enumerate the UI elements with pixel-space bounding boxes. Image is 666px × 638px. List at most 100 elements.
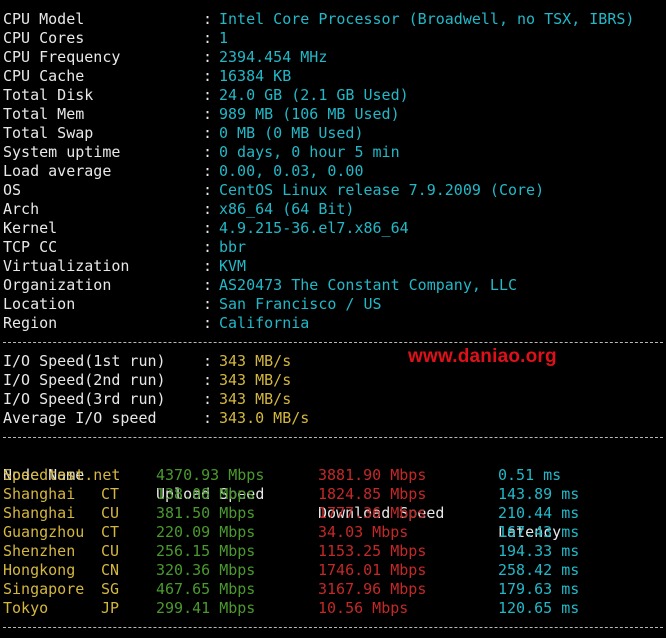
info-value: 4.9.215-36.el7.x86_64 (219, 219, 409, 237)
info-label: Kernel (3, 219, 58, 237)
io-label: I/O Speed(2nd run) (3, 371, 166, 389)
latency-value: 0.51 ms (498, 466, 562, 484)
node-name: Shanghai (3, 504, 76, 522)
info-colon: : (203, 124, 213, 142)
info-colon: : (203, 295, 213, 313)
info-label: CPU Cache (3, 67, 85, 85)
info-colon: : (203, 181, 213, 199)
download-speed: 3881.90 Mbps (318, 466, 427, 484)
info-colon: : (203, 219, 213, 237)
info-label: Load average (3, 162, 112, 180)
info-value: 0 MB (0 MB Used) (219, 124, 364, 142)
node-name: Shanghai (3, 485, 76, 503)
info-value: San Francisco / US (219, 295, 382, 313)
io-colon: : (203, 409, 213, 427)
io-colon: : (203, 390, 213, 408)
speed-row: Guangzhou CT 220.09 Mbps 34.03 Mbps 167.43 m… (3, 523, 663, 542)
download-speed: 34.03 Mbps (318, 523, 409, 541)
info-colon: : (203, 29, 213, 47)
info-row: System uptime:0 days, 0 hour 5 min (3, 143, 663, 162)
info-colon: : (203, 314, 213, 332)
info-row: CPU Frequency:2394.454 MHz (3, 48, 663, 67)
info-row: Location: San Francisco / US (3, 295, 663, 314)
info-value: KVM (219, 257, 247, 275)
node-isp: CU (101, 504, 120, 522)
info-label: Total Disk (3, 86, 94, 104)
info-value: CentOS Linux release 7.9.2009 (Core) (219, 181, 545, 199)
info-row: CPU Cache:16384 KB (3, 67, 663, 86)
divider (3, 333, 663, 352)
info-row: TCP CC: bbr (3, 238, 663, 257)
info-value: 16384 KB (219, 67, 292, 85)
speed-row: Speedtest.net 4370.93 Mbps 3881.90 Mbps 0.5… (3, 466, 663, 485)
latency-value: 179.63 ms (498, 580, 580, 598)
info-row: Total Disk:24.0 GB (2.1 GB Used) (3, 86, 663, 105)
node-name: Hongkong (3, 561, 76, 579)
speed-row: Tokyo JP 299.41 Mbps 10.56 Mbps 120.65 ms (3, 599, 663, 618)
info-label: System uptime (3, 143, 121, 161)
node-isp: CN (101, 561, 120, 579)
info-value: x86_64 (64 Bit) (219, 200, 355, 218)
info-row: OS: CentOS Linux release 7.9.2009 (Core) (3, 181, 663, 200)
info-value: Intel Core Processor (Broadwell, no TSX,… (219, 10, 635, 28)
info-row: Region: California (3, 314, 663, 333)
latency-value: 194.33 ms (498, 542, 580, 560)
info-label: OS (3, 181, 22, 199)
io-label: I/O Speed(3rd run) (3, 390, 166, 408)
node-name: Speedtest.net (3, 466, 121, 484)
download-speed: 1153.25 Mbps (318, 542, 427, 560)
download-speed: 10.56 Mbps (318, 599, 409, 617)
info-label: Virtualization (3, 257, 130, 275)
info-value: 0.00, 0.03, 0.00 (219, 162, 364, 180)
info-row: Total Mem:989 MB (106 MB Used) (3, 105, 663, 124)
node-isp: CU (101, 542, 120, 560)
io-row: I/O Speed(1st run):343 MB/s (3, 352, 663, 371)
info-colon: : (203, 162, 213, 180)
info-colon: : (203, 238, 213, 256)
info-row: CPU Model: Intel Core Processor (Broadwel… (3, 10, 663, 29)
upload-speed: 381.50 Mbps (156, 504, 256, 522)
node-name: Singapore (3, 580, 85, 598)
info-label: Location (3, 295, 76, 313)
io-row: Average I/O speed:343.0 MB/s (3, 409, 663, 428)
info-value: 2394.454 MHz (219, 48, 328, 66)
io-value: 343 MB/s (219, 390, 292, 408)
info-value: 0 days, 0 hour 5 min (219, 143, 400, 161)
upload-speed: 4370.93 Mbps (156, 466, 265, 484)
info-label: Total Mem (3, 105, 85, 123)
download-speed: 1777.36 Mbps (318, 504, 427, 522)
info-row: Total Swap:0 MB (0 MB Used) (3, 124, 663, 143)
info-colon: : (203, 257, 213, 275)
upload-speed: 299.41 Mbps (156, 599, 256, 617)
divider (3, 618, 663, 637)
node-isp: CT (101, 523, 120, 541)
info-label: CPU Frequency (3, 48, 121, 66)
info-label: Total Swap (3, 124, 94, 142)
terminal-output: CPU Model: Intel Core Processor (Broadwel… (3, 10, 663, 637)
upload-speed: 320.36 Mbps (156, 561, 256, 579)
download-speed: 3167.96 Mbps (318, 580, 427, 598)
info-row: Organization: AS20473 The Constant Compan… (3, 276, 663, 295)
speed-test-section: Node Name Upload Speed Download Speed La… (3, 447, 663, 618)
info-label: Region (3, 314, 58, 332)
info-label: Arch (3, 200, 40, 218)
info-colon: : (203, 67, 213, 85)
info-label: CPU Model (3, 10, 85, 28)
download-speed: 1746.01 Mbps (318, 561, 427, 579)
speed-row: Singapore SG 467.65 Mbps 3167.96 Mbps 179.63… (3, 580, 663, 599)
speed-table-header: Node Name Upload Speed Download Speed La… (3, 447, 663, 541)
io-value: 343 MB/s (219, 352, 292, 370)
node-isp: SG (101, 580, 120, 598)
io-value: 343.0 MB/s (219, 409, 310, 427)
latency-value: 120.65 ms (498, 599, 580, 617)
latency-value: 258.42 ms (498, 561, 580, 579)
node-isp: CT (101, 485, 120, 503)
info-row: Virtualization: KVM (3, 257, 663, 276)
info-value: AS20473 The Constant Company, LLC (219, 276, 518, 294)
node-name: Guangzhou (3, 523, 85, 541)
info-label: Organization (3, 276, 112, 294)
speed-table-body: Speedtest.net 4370.93 Mbps 3881.90 Mbps 0.5… (3, 466, 663, 618)
info-colon: : (203, 143, 213, 161)
io-colon: : (203, 371, 213, 389)
io-speed-section: I/O Speed(1st run):343 MB/s I/O Speed(2nd… (3, 352, 663, 428)
